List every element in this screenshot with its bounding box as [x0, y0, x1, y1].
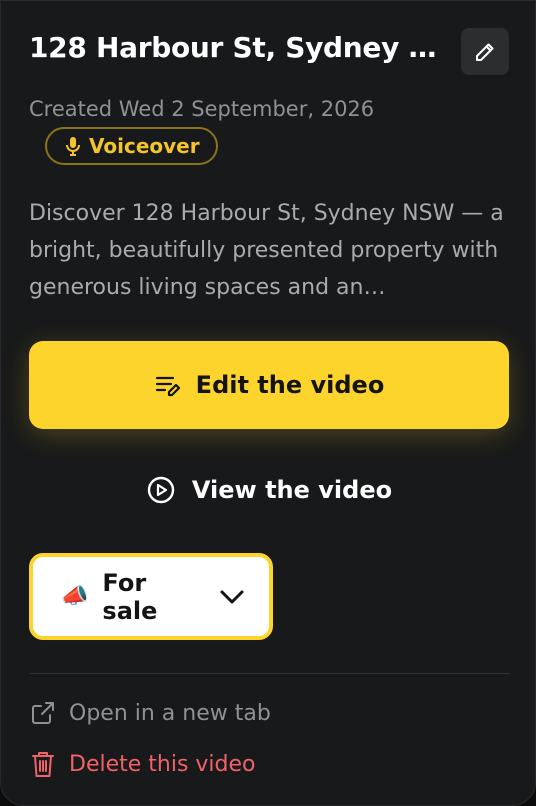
external-link-icon [29, 699, 57, 727]
edit-list-icon [154, 373, 182, 397]
edit-video-button[interactable]: Edit the video [29, 341, 509, 429]
edit-video-label: Edit the video [195, 371, 385, 399]
view-video-button[interactable]: View the video [29, 465, 509, 515]
delete-video-label: Delete this video [69, 751, 256, 777]
play-circle-icon [146, 475, 176, 505]
open-new-tab-label: Open in a new tab [69, 700, 271, 726]
pencil-icon [473, 40, 497, 64]
edit-title-button[interactable] [461, 28, 509, 75]
view-video-label: View the video [191, 476, 393, 504]
status-selected-value: For sale [102, 568, 158, 625]
badge-label: Voiceover [89, 134, 200, 158]
trash-icon [29, 749, 57, 779]
video-card: 128 Harbour St, Sydney NSW Created Wed 2… [0, 0, 536, 806]
voiceover-badge: Voiceover [45, 127, 218, 165]
chevron-down-icon [219, 589, 245, 605]
megaphone-emoji: 📣 [61, 584, 89, 609]
divider [29, 673, 509, 674]
video-description: Discover 128 Harbour St, Sydney NSW — a … [29, 201, 504, 300]
video-title: 128 Harbour St, Sydney NSW [29, 31, 449, 64]
delete-video-link[interactable]: Delete this video [29, 749, 256, 779]
open-new-tab-link[interactable]: Open in a new tab [29, 699, 271, 727]
listing-status-select[interactable]: 📣 For sale [29, 553, 273, 640]
microphone-icon [65, 136, 81, 156]
created-date: Created Wed 2 September, 2026 [29, 97, 375, 121]
